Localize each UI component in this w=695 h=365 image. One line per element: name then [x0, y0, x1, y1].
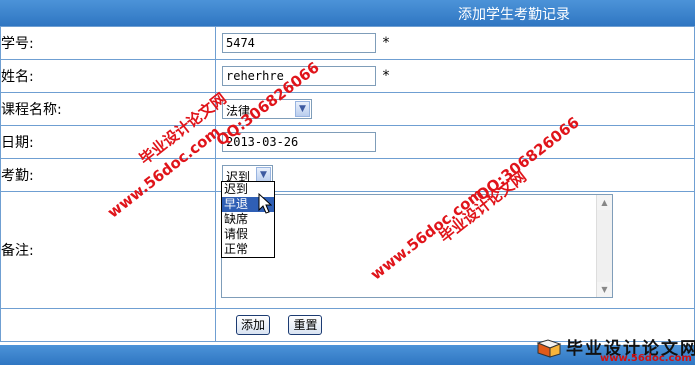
remark-scrollbar[interactable]: ▲ ▼: [596, 195, 612, 297]
required-mark: *: [382, 68, 390, 84]
student-id-cell: *: [215, 26, 695, 60]
attendance-cell: 迟到 ▼: [215, 158, 695, 192]
title-bar: 添加学生考勤记录: [0, 0, 695, 26]
add-button[interactable]: 添加: [236, 315, 271, 335]
attendance-option[interactable]: 正常: [222, 242, 274, 257]
row-date: 日期:: [0, 125, 695, 159]
required-mark: *: [382, 35, 390, 51]
actions-spacer: [0, 308, 216, 342]
scroll-down-icon[interactable]: ▼: [597, 282, 612, 297]
row-attendance: 考勤: 迟到 ▼: [0, 158, 695, 192]
chevron-down-icon[interactable]: ▼: [295, 101, 310, 117]
row-course: 课程名称: 法律 ▼: [0, 92, 695, 126]
name-label: 姓名:: [0, 59, 216, 93]
attendance-option[interactable]: 请假: [222, 227, 274, 242]
book-icon: [536, 339, 562, 358]
logo-url: www.56doc.com: [600, 353, 692, 364]
site-logo: 毕业设计论文网 www.56doc.com: [528, 333, 695, 365]
page-title: 添加学生考勤记录: [458, 7, 570, 23]
row-student-id: 学号: *: [0, 26, 695, 60]
reset-button[interactable]: 重置: [288, 315, 323, 335]
date-cell: [215, 125, 695, 159]
date-input[interactable]: [222, 132, 376, 152]
student-id-input[interactable]: [222, 33, 376, 53]
scroll-up-icon[interactable]: ▲: [597, 195, 612, 210]
student-id-label: 学号:: [0, 26, 216, 60]
row-name: 姓名: *: [0, 59, 695, 93]
mouse-cursor-icon: [258, 193, 272, 214]
